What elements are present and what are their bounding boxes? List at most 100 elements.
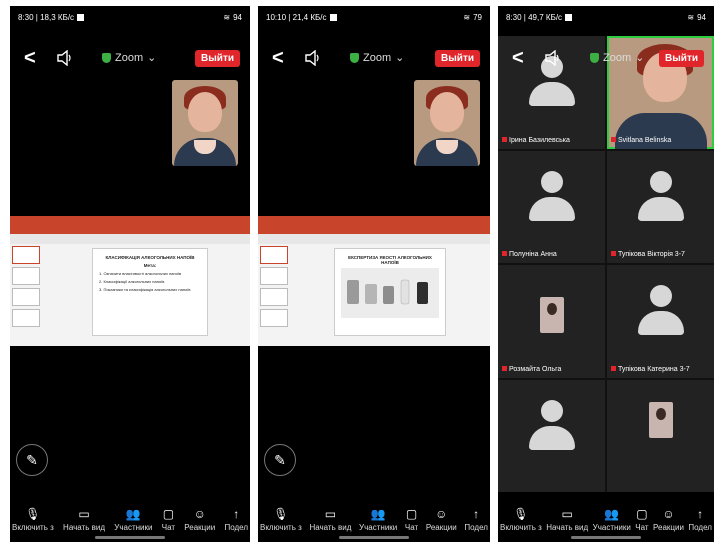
ppt-ribbon	[258, 216, 490, 234]
reaction-icon: ☺	[435, 507, 448, 521]
leave-button[interactable]: Выйти	[195, 50, 240, 67]
share-button[interactable]: ↑ Подел	[464, 508, 488, 532]
avatar-head	[540, 170, 563, 193]
ppt-toolbar	[258, 234, 490, 244]
back-button[interactable]: <	[24, 48, 36, 68]
leave-button[interactable]: Выйти	[659, 50, 704, 67]
mute-button[interactable]: 🎙 Включить з	[260, 508, 302, 532]
share-button[interactable]: ↑ Подел	[224, 508, 248, 532]
start-video-button[interactable]: ▭ Начать вид	[546, 508, 588, 532]
reactions-button[interactable]: ☺ Реакции	[184, 508, 215, 532]
self-video[interactable]	[172, 80, 238, 166]
avatar-icon	[528, 399, 576, 460]
chevron-down-icon: ⌄	[395, 52, 405, 64]
start-video-button[interactable]: ▭ Начать вид	[63, 508, 105, 532]
participant-tile[interactable]: Тупікова Катерина 3-7	[607, 265, 714, 378]
chat-icon: ▢	[636, 507, 648, 521]
chat-button[interactable]: ▢ Чат	[162, 508, 175, 532]
mute-button[interactable]: 🎙 Включить з	[12, 508, 54, 532]
participants-button[interactable]: 👥 Участники	[359, 508, 397, 532]
shield-icon	[350, 52, 359, 63]
shield-icon	[102, 52, 111, 63]
chat-button[interactable]: ▢ Чат	[405, 508, 418, 532]
reactions-button[interactable]: ☺ Реакции	[426, 508, 457, 532]
slide-title: КЛАСИФІКАЦІЯ АЛКОГОЛЬНИХ НАПОЇВ	[105, 255, 195, 260]
home-indicator[interactable]	[95, 536, 165, 539]
share-icon: ↑	[233, 507, 240, 521]
slide-line: 3. Показники та класифікація алкогольних…	[99, 287, 191, 292]
participant-tile[interactable]	[498, 379, 605, 492]
mute-label: Включить з	[12, 523, 54, 532]
slide-thumbnails	[260, 246, 288, 330]
share-icon: ↑	[697, 507, 704, 521]
participant-name: Полуніна Анна	[502, 251, 557, 258]
back-button[interactable]: <	[272, 48, 284, 68]
speaker-icon[interactable]	[56, 50, 74, 66]
chat-icon: ▢	[405, 507, 418, 521]
shared-screen[interactable]: КЛАСИФІКАЦІЯ АЛКОГОЛЬНИХ НАПОЇВ Мета: 1.…	[10, 216, 250, 346]
slide-line: 2. Класифікації алкогольних напоїв	[99, 279, 165, 284]
avatar-head	[649, 285, 672, 308]
status-time: 8:30	[18, 12, 34, 22]
notification-icon	[77, 13, 85, 21]
participant-tile[interactable]: Тупікова Вікторія 3-7	[607, 150, 714, 263]
share-label: Подел	[688, 523, 712, 532]
back-button[interactable]: <	[512, 48, 524, 68]
home-indicator[interactable]	[339, 536, 409, 539]
status-bar: 10:10 | 21,4 КБ/с ≋ 79	[266, 12, 482, 22]
meeting-top-bar: < Zoom ⌄ Выйти	[258, 46, 490, 72]
zoom-menu[interactable]: Zoom ⌄	[102, 51, 156, 64]
participant-tile[interactable]: Розмайта Ольга	[498, 265, 605, 378]
participants-button[interactable]: 👥 Участники	[593, 508, 631, 532]
chevron-down-icon: ⌄	[635, 52, 645, 64]
avatar-head	[649, 170, 672, 193]
participants-icon: 👥	[604, 507, 620, 521]
slide-thumb	[260, 309, 288, 327]
notification-icon	[565, 13, 573, 21]
avatar-icon	[637, 285, 685, 345]
participants-icon: 👥	[370, 507, 386, 521]
participant-tile[interactable]: Полуніна Анна	[498, 150, 605, 263]
video-off-icon: ▭	[561, 507, 573, 521]
reactions-label: Реакции	[184, 523, 216, 532]
speaker-icon[interactable]	[544, 50, 562, 66]
share-label: Подел	[224, 523, 248, 532]
slide-line: 1. Означити властивості алкогольних напо…	[99, 271, 182, 276]
home-indicator[interactable]	[571, 536, 641, 539]
zoom-menu[interactable]: Zoom ⌄	[350, 51, 404, 64]
phone-screen-3: 8:30 | 49,7 КБ/с ≋ 94 Ірина Базилевська S…	[498, 6, 714, 542]
slide-thumbnails	[12, 246, 40, 330]
participant-tile[interactable]	[607, 379, 714, 492]
avatar-body	[528, 82, 575, 107]
avatar-body	[637, 311, 684, 336]
profile-photo	[648, 402, 673, 438]
share-button[interactable]: ↑ Подел	[688, 508, 712, 532]
annotate-pencil-icon[interactable]: ✎	[264, 444, 296, 476]
slide-thumb	[12, 288, 40, 306]
start-video-button[interactable]: ▭ Начать вид	[309, 508, 351, 532]
reactions-button[interactable]: ☺ Реакции	[653, 508, 684, 532]
ppt-ribbon	[10, 216, 250, 234]
slide-thumb	[260, 267, 288, 285]
avatar-body	[528, 425, 575, 450]
phone-screen-1: 8:30 | 18,3 КБ/с ≋ 94 < Zoom ⌄ Выйти КЛАСИ…	[10, 6, 250, 542]
annotate-pencil-icon[interactable]: ✎	[16, 444, 48, 476]
meeting-top-bar: < Zoom ⌄ Выйти	[498, 46, 714, 72]
participants-button[interactable]: 👥 Участники	[114, 508, 152, 532]
reaction-icon: ☺	[193, 507, 206, 521]
battery-level: 94	[697, 12, 706, 22]
zoom-menu[interactable]: Zoom ⌄	[590, 51, 644, 64]
chat-label: Чат	[404, 523, 419, 532]
chat-button[interactable]: ▢ Чат	[635, 508, 648, 532]
shared-screen[interactable]: ЕКСПЕРТИЗА ЯКОСТІ АЛКОГОЛЬНИХ НАПОЇВ	[258, 216, 490, 346]
mute-button[interactable]: 🎙 Включить з	[500, 508, 542, 532]
speaker-icon[interactable]	[304, 50, 322, 66]
leave-button[interactable]: Выйти	[435, 50, 480, 67]
chat-label: Чат	[161, 523, 176, 532]
slide-thumb	[260, 288, 288, 306]
participant-name: Ірина Базилевська	[502, 137, 570, 144]
participant-name: Тупікова Катерина 3-7	[611, 366, 690, 373]
share-icon: ↑	[473, 507, 480, 521]
self-video[interactable]	[414, 80, 480, 166]
chevron-down-icon: ⌄	[147, 52, 157, 64]
